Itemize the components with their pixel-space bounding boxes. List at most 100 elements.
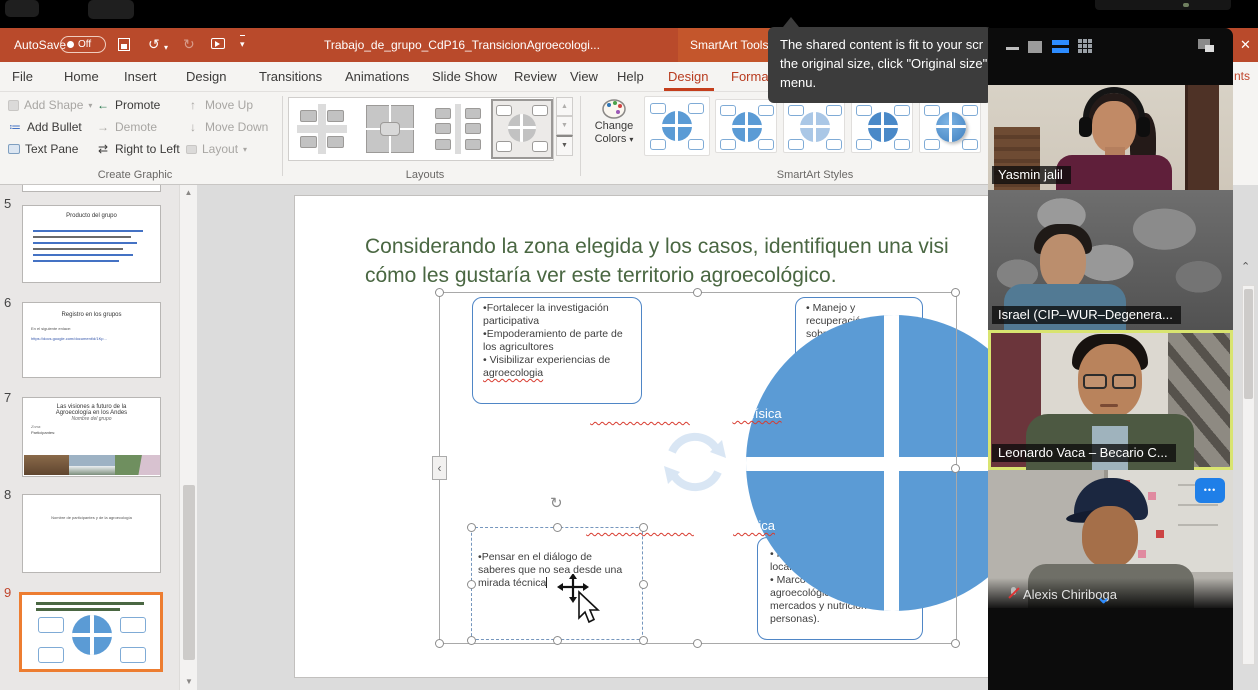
textbox-handle[interactable]: [467, 580, 476, 589]
menu-insert[interactable]: Insert: [124, 69, 157, 84]
smartart-style-3[interactable]: [783, 99, 845, 153]
undo-caret-icon[interactable]: ▾: [164, 41, 168, 55]
layouts-scroll-up[interactable]: ▲: [556, 97, 573, 116]
scrollbar-thumb[interactable]: [183, 485, 195, 660]
layouts-scroll-down[interactable]: ▼: [556, 116, 573, 135]
video-tile-israel[interactable]: Israel (CIP–WUR–Degenera...: [988, 190, 1233, 330]
restore-window-icon[interactable]: [1028, 41, 1042, 53]
menu-smartart-design[interactable]: Design: [668, 69, 708, 84]
frame-handle[interactable]: [951, 639, 960, 648]
popout-layout-icon[interactable]: [1198, 39, 1214, 52]
menu-help[interactable]: Help: [617, 69, 644, 84]
slide-9-thumbnail-selected[interactable]: [19, 592, 163, 672]
scroll-down-arrow[interactable]: ▼: [180, 676, 198, 688]
textbox-handle[interactable]: [467, 523, 476, 532]
thumbnail-scrollbar[interactable]: ▲ ▼: [179, 185, 197, 690]
slide-6-thumbnail[interactable]: Registro en los grupos En el siguiente e…: [22, 302, 161, 378]
save-icon[interactable]: [118, 38, 130, 51]
move-up-button[interactable]: ↑ Move Up: [186, 98, 253, 112]
scroll-up-arrow[interactable]: ▲: [180, 187, 197, 199]
layouts-more-button[interactable]: ▼: [556, 135, 573, 156]
minimize-icon[interactable]: [1006, 47, 1019, 50]
collapse-chevron[interactable]: ⌃: [1241, 260, 1250, 273]
quadrant-label-socio-economica[interactable]: Socio-economica: [590, 407, 690, 422]
speaker-view-icon[interactable]: [1052, 40, 1069, 53]
gallery-view-icon[interactable]: [1078, 39, 1095, 54]
menu-home[interactable]: Home: [64, 69, 99, 84]
change-colors-button[interactable]: Change Colors ▾: [588, 96, 640, 164]
window-close-button[interactable]: ✕: [1233, 28, 1258, 62]
add-bullet-button[interactable]: ≔ Add Bullet: [8, 120, 82, 134]
slide-number-selected: 9: [4, 585, 11, 600]
menu-view[interactable]: View: [570, 69, 598, 84]
comments-button-partial[interactable]: nts: [1234, 69, 1250, 83]
move-down-button[interactable]: ↓ Move Down: [186, 120, 268, 134]
desktop-tab[interactable]: [88, 0, 134, 19]
menu-animations[interactable]: Animations: [345, 69, 409, 84]
tooltip-line: The shared content is fit to your scr: [780, 35, 980, 54]
glasses-lens: [1083, 374, 1107, 389]
text-pane-flyout-button[interactable]: ‹: [432, 456, 447, 480]
slide-4-thumbnail-partial[interactable]: [22, 185, 161, 192]
smartart-style-4[interactable]: [851, 99, 913, 153]
slide-8-thumbnail[interactable]: Nombre de participantes y de la agroecol…: [22, 494, 161, 573]
undo-icon[interactable]: ↺: [148, 37, 160, 51]
slide-7-thumbnail[interactable]: Las visiones a futuro de la Agroecología…: [22, 397, 161, 477]
autosave-toggle[interactable]: Off: [60, 36, 106, 53]
frame-handle[interactable]: [693, 639, 702, 648]
video-tile-alexis[interactable]: ••• Alexis Chiriboga ⌄: [988, 470, 1233, 608]
meeting-panel: Yasmin jalil Israel (CIP–WUR–Degenera...…: [988, 28, 1233, 690]
menu-file[interactable]: File: [12, 69, 33, 84]
textbox-handle[interactable]: [553, 523, 562, 532]
frame-handle[interactable]: [693, 288, 702, 297]
add-shape-button[interactable]: Add Shape ▾: [8, 98, 92, 112]
promote-button[interactable]: ← Promote: [96, 98, 160, 112]
right-to-left-button[interactable]: ⇄ Right to Left: [96, 142, 180, 156]
video-tile-leonardo-active[interactable]: Leonardo Vaca – Becario C...: [988, 330, 1233, 470]
qat-customize-icon[interactable]: ▾: [240, 35, 245, 51]
editor-scrollbar-thumb[interactable]: [1244, 289, 1253, 399]
autosave-toggle-knob: [67, 41, 74, 48]
smartart-textbox-top-left-text[interactable]: •Fortalecer la investigación participati…: [483, 302, 631, 380]
slideshow-icon[interactable]: [211, 38, 225, 49]
editor-scrollbar[interactable]: [1242, 285, 1255, 665]
textbox-handle[interactable]: [639, 523, 648, 532]
layout-thumb-1[interactable]: [293, 102, 351, 156]
redo-icon[interactable]: ↻: [183, 37, 195, 51]
frame-handle[interactable]: [951, 288, 960, 297]
textbox-handle[interactable]: [639, 580, 648, 589]
rotate-handle[interactable]: ↻: [550, 494, 563, 512]
smartart-styles-gallery: [644, 95, 985, 161]
participant-name: Leonardo Vaca – Becario C...: [992, 444, 1176, 462]
layout-thumb-2[interactable]: [361, 102, 419, 156]
promote-icon: ←: [96, 98, 110, 112]
menu-transitions[interactable]: Transitions: [259, 69, 322, 84]
menu-design[interactable]: Design: [186, 69, 226, 84]
document-title: Trabajo_de_grupo_CdP16_TransicionAgroeco…: [324, 38, 600, 52]
menu-review[interactable]: Review: [514, 69, 557, 84]
textbox-handle[interactable]: [553, 636, 562, 645]
frame-handle[interactable]: [435, 639, 444, 648]
frame-handle[interactable]: [951, 464, 960, 473]
smartart-style-2[interactable]: [715, 99, 777, 153]
quadrant-label-politica[interactable]: Politica: [733, 518, 775, 533]
quadrant-label-biofisica[interactable]: Biofísica: [732, 406, 781, 421]
tile-more-options-button[interactable]: •••: [1195, 478, 1225, 503]
smartart-style-5[interactable]: [919, 99, 981, 153]
slide-5-thumbnail[interactable]: Producto del grupo: [22, 205, 161, 283]
layout-button[interactable]: Layout ▾: [186, 142, 247, 156]
panel-collapse-chevron-icon[interactable]: ⌄: [1096, 587, 1111, 608]
menu-smartart-format[interactable]: Format: [731, 69, 772, 84]
smartart-textbox-bottom-left-text[interactable]: •Pensar en el diálogo de saberes que no …: [478, 551, 630, 590]
text-pane-button[interactable]: Text Pane: [8, 142, 78, 156]
menu-slideshow[interactable]: Slide Show: [432, 69, 497, 84]
smartart-style-1-selected[interactable]: [644, 96, 710, 156]
desktop-tab[interactable]: [5, 0, 39, 17]
textbox-handle[interactable]: [467, 636, 476, 645]
frame-handle[interactable]: [435, 288, 444, 297]
demote-button[interactable]: → Demote: [96, 120, 157, 134]
textbox-handle[interactable]: [639, 636, 648, 645]
video-tile-yasmin[interactable]: Yasmin jalil: [988, 85, 1233, 190]
layout-thumb-4-selected[interactable]: [491, 99, 553, 159]
layout-thumb-3[interactable]: [429, 102, 487, 156]
